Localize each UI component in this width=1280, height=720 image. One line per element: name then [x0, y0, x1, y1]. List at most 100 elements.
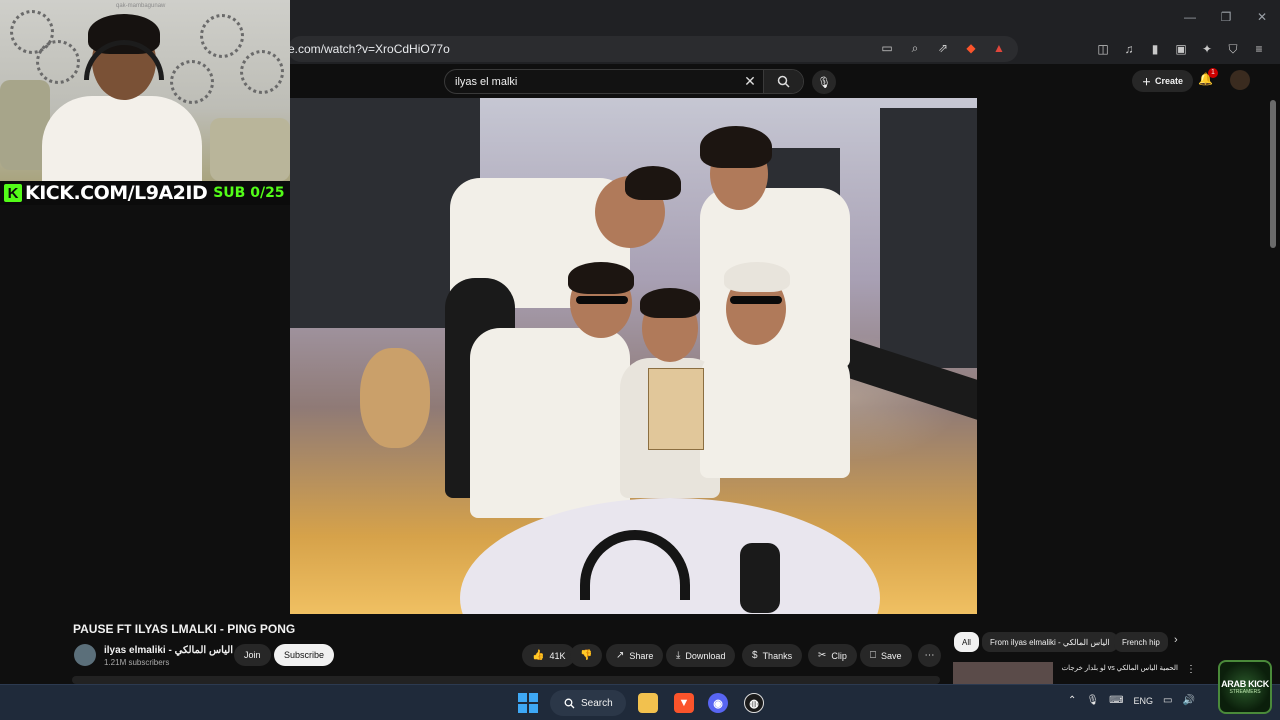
taskbar-search-label: Search [581, 697, 613, 709]
arab-kick-streamers-logo: ARAB KICK STREAMERS [1218, 660, 1272, 714]
wallet-icon[interactable]: ▣ [1172, 40, 1190, 58]
ai-icon[interactable]: ✦ [1198, 40, 1216, 58]
streamer-body [42, 96, 202, 181]
thumbs-up-icon: 👍 [532, 650, 545, 661]
more-actions-button[interactable]: ⋯ [918, 644, 941, 667]
wall-pattern [170, 60, 214, 104]
sunglasses [576, 296, 628, 304]
download-button[interactable]: ⤓ Download [666, 644, 736, 667]
clear-search-icon[interactable]: ✕ [737, 73, 763, 90]
photo-card [648, 368, 704, 450]
create-button[interactable]: ＋ Create [1132, 70, 1194, 92]
brave-shield-icon[interactable]: ◆ [962, 39, 980, 57]
share-icon[interactable]: ⇗ [934, 39, 952, 57]
minimize-button[interactable]: — [1172, 0, 1208, 34]
share-arrow-icon: ↗ [616, 650, 625, 661]
brave-rewards-icon[interactable]: ▲ [990, 39, 1008, 57]
chip-from-channel[interactable]: From ilyas elmaliki - الياس المالكي [982, 632, 1118, 652]
webcam-watermark: qak-mambagunaw [116, 3, 166, 9]
person-cap [625, 166, 681, 200]
network-icon[interactable]: ▭ [1163, 695, 1172, 706]
url-bar[interactable]: e.com/watch?v=XroCdHiO77o ▭ ⌕ ⇗ ◆ ▲ [288, 36, 1018, 62]
sunglasses [730, 296, 782, 304]
microphone-icon: 🎙 [817, 76, 831, 89]
windows-taskbar: Search ▼ ◉ ◍ ⌃ 🎙 ⌨ ENG ▭ 🔊 [0, 684, 1280, 720]
clip-label: Clip [831, 650, 847, 661]
person-cap [724, 262, 790, 292]
video-info: PAUSE FT ILYAS LMALKI - PING PONG ilyas … [0, 614, 1280, 684]
search-box: ✕ [444, 69, 804, 94]
microphone [740, 543, 780, 613]
share-label: Share [629, 650, 654, 661]
acoustic-panel-right [880, 108, 977, 368]
search-input[interactable] [445, 70, 737, 93]
plus-icon: ＋ [1142, 76, 1152, 87]
maximize-button[interactable]: ❐ [1208, 0, 1244, 34]
save-button[interactable]: ⎕ Save [860, 644, 912, 667]
volume-icon[interactable]: 🔊 [1183, 695, 1195, 706]
voice-search-button[interactable]: 🎙 [812, 70, 836, 94]
zoom-icon[interactable]: ⌕ [906, 39, 924, 57]
wall-pattern [200, 14, 244, 58]
obs-icon[interactable]: ◍ [744, 693, 764, 713]
wall-pattern [36, 40, 80, 84]
logo-line-1: ARAB KICK [1221, 679, 1269, 689]
channel-name[interactable]: ilyas elmaliki - الياس المالكي [104, 645, 233, 656]
person-shirt [470, 328, 630, 518]
recommended-title[interactable]: الحمية الياس المالكي vs لو بلدار خرجات [1060, 664, 1178, 673]
chevron-up-icon[interactable]: ⌃ [1068, 695, 1076, 706]
install-app-icon[interactable]: ▭ [878, 39, 896, 57]
kick-channel-text: KICK.COM/L9A2ID [25, 182, 208, 204]
more-dots-icon: ⋯ [924, 650, 935, 661]
leo-icon[interactable]: ◫ [1094, 40, 1112, 58]
kick-banner: K KICK.COM/L9A2ID SUB 0/25 [0, 181, 290, 205]
save-label: Save [881, 650, 902, 661]
search-button[interactable] [763, 70, 803, 93]
close-window-button[interactable]: ✕ [1244, 0, 1280, 34]
kick-logo-icon: K [4, 184, 22, 202]
join-button[interactable]: Join [234, 644, 271, 666]
vpn-icon[interactable]: ⛉ [1224, 40, 1242, 58]
dislike-button[interactable]: 👎 [570, 644, 603, 667]
language-indicator[interactable]: ENG [1134, 696, 1154, 706]
clip-button[interactable]: ✂ Clip [808, 644, 857, 667]
webcam-overlay: qak-mambagunaw [0, 0, 290, 181]
thanks-icon: $ [752, 650, 758, 661]
recommended-thumbnail[interactable] [953, 662, 1053, 684]
recommended-menu-icon[interactable]: ⋮ [1186, 664, 1196, 675]
video-player[interactable] [290, 98, 977, 614]
chip-french-hip[interactable]: French hip [1114, 632, 1168, 652]
file-explorer-icon[interactable] [638, 693, 658, 713]
extension-icons: ◫ ♫ ▮ ▣ ✦ ⛉ ≡ [1094, 40, 1268, 58]
media-icon[interactable]: ♫ [1120, 40, 1138, 58]
share-button[interactable]: ↗ Share [606, 644, 664, 667]
wall-pattern [240, 50, 284, 94]
page-scrollbar[interactable] [1270, 100, 1276, 248]
sidebar-icon[interactable]: ▮ [1146, 40, 1164, 58]
chevron-right-icon[interactable]: › [1174, 634, 1178, 646]
like-button[interactable]: 👍 41K [522, 644, 576, 667]
url-text[interactable]: e.com/watch?v=XroCdHiO77o [288, 42, 450, 56]
thanks-button[interactable]: $ Thanks [742, 644, 803, 667]
person-hair [700, 126, 772, 168]
windows-start-icon[interactable] [518, 693, 538, 713]
person-hair [640, 288, 700, 318]
download-label: Download [685, 650, 726, 661]
channel-avatar[interactable] [74, 644, 96, 666]
logo-line-2: STREAMERS [1229, 689, 1261, 695]
comment-box-edge [72, 676, 940, 684]
bookmark-icon: ⎕ [870, 650, 876, 661]
sub-goal-text: SUB 0/25 [213, 185, 285, 201]
discord-icon[interactable]: ◉ [708, 693, 728, 713]
brave-browser-icon[interactable]: ▼ [674, 693, 694, 713]
menu-icon[interactable]: ≡ [1250, 40, 1268, 58]
chip-all[interactable]: All [954, 632, 979, 652]
guitar [360, 348, 430, 448]
taskbar-search[interactable]: Search [550, 690, 626, 716]
account-avatar[interactable] [1230, 70, 1250, 90]
keyboard-icon[interactable]: ⌨ [1109, 695, 1123, 706]
video-title: PAUSE FT ILYAS LMALKI - PING PONG [73, 622, 296, 636]
microphone-tray-icon[interactable]: 🎙 [1086, 695, 1099, 706]
subscribe-button[interactable]: Subscribe [274, 644, 335, 666]
create-label: Create [1155, 76, 1184, 86]
